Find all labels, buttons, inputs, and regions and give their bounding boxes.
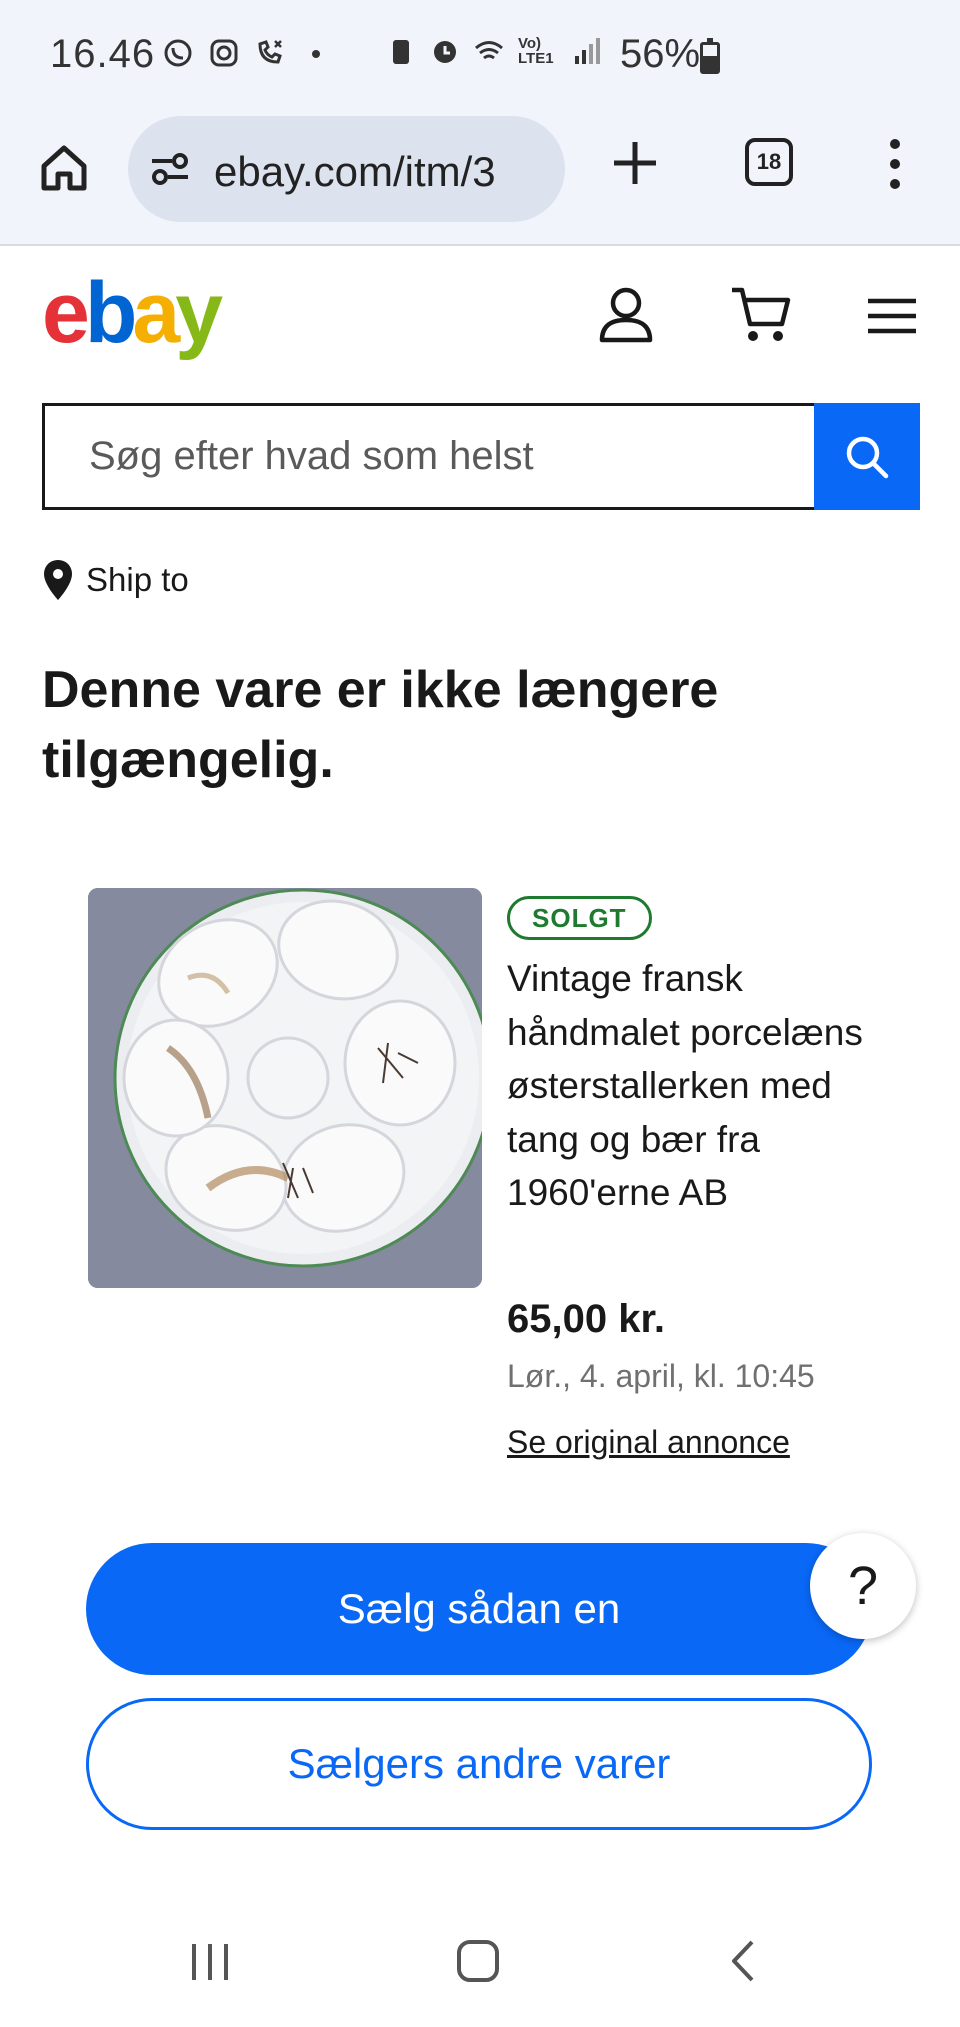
browser-toolbar: ebay.com/itm/3 18	[0, 112, 960, 246]
user-icon[interactable]	[598, 285, 654, 343]
viber-icon	[164, 39, 192, 67]
home-nav-icon[interactable]	[455, 1938, 501, 1984]
search-icon	[846, 436, 889, 478]
recent-apps-icon[interactable]	[188, 1940, 232, 1984]
help-button[interactable]: ?	[810, 1533, 916, 1639]
status-time: 16.46	[50, 32, 156, 76]
view-original-listing-link[interactable]: Se original annonce	[507, 1424, 790, 1461]
menu-icon[interactable]	[866, 298, 918, 334]
status-bar: 16.46 Vo) LTE1 56%	[0, 0, 960, 112]
sold-badge: SOLGT	[507, 896, 652, 940]
ebay-logo[interactable]: ebay	[42, 270, 223, 356]
search-bar	[42, 403, 920, 510]
battery-icon	[700, 38, 720, 74]
location-pin-icon	[44, 560, 72, 600]
home-icon[interactable]	[38, 142, 90, 194]
oyster-plate-image	[88, 888, 482, 1288]
sell-one-like-this-button[interactable]: Sælg sådan en	[86, 1543, 872, 1675]
new-tab-icon[interactable]	[612, 140, 658, 186]
address-bar[interactable]: ebay.com/itm/3	[128, 116, 565, 222]
missed-call-icon	[258, 40, 282, 64]
battery-percent: 56%	[620, 32, 701, 76]
search-input[interactable]	[45, 406, 814, 507]
site-settings-icon[interactable]	[150, 152, 190, 186]
page-title: Denne vare er ikke længere tilgængelig.	[42, 661, 719, 789]
sold-date: Lør., 4. april, kl. 10:45	[507, 1358, 815, 1394]
signal-icon	[575, 38, 600, 64]
battery-saver-icon	[393, 40, 409, 64]
ship-to[interactable]: Ship to	[42, 558, 189, 602]
instagram-icon	[210, 39, 238, 67]
item-price: 65,00 kr.	[507, 1297, 665, 1341]
system-nav-bar	[0, 1900, 960, 2027]
tab-switcher-button[interactable]: 18	[745, 138, 793, 186]
more-options-icon[interactable]	[880, 138, 910, 190]
item-image[interactable]	[88, 888, 482, 1288]
seller-other-items-button[interactable]: Sælgers andre varer	[86, 1698, 872, 1830]
item-title[interactable]: Vintage fransk håndmalet porcelæns øster…	[507, 952, 907, 1220]
network-label: Vo) LTE1	[518, 35, 554, 67]
dot-icon	[312, 50, 320, 58]
ship-to-label: Ship to	[86, 561, 189, 598]
url-text[interactable]: ebay.com/itm/3	[214, 148, 496, 196]
wifi-icon	[475, 41, 503, 60]
back-icon[interactable]	[728, 1938, 758, 1984]
cart-icon[interactable]	[730, 284, 792, 344]
search-button[interactable]	[814, 403, 920, 510]
alarm-icon	[434, 41, 456, 63]
